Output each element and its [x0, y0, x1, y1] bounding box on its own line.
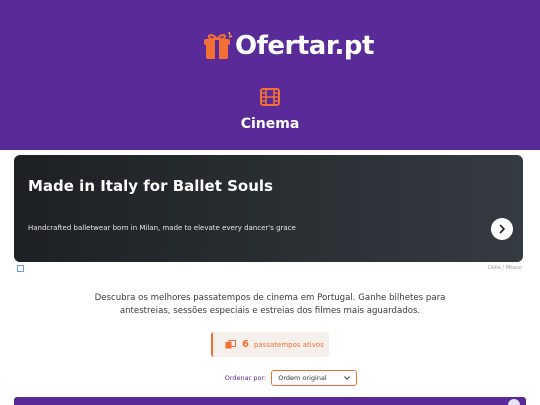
category-description: Descubra os melhores passatempos de cine… — [94, 293, 446, 316]
sort-label: Ordenar por: — [224, 374, 267, 382]
active-count-badge: 6 passatempos ativos — [211, 332, 329, 357]
sort-row: Ordenar por: Ordem original — [0, 370, 540, 386]
active-count-label: passatempos ativos — [253, 340, 324, 349]
ad-next-button[interactable] — [491, 218, 513, 240]
ad-title: Made in Italy for Ballet Souls — [28, 177, 273, 195]
gift-logo-icon — [204, 31, 233, 59]
sort-selected-value: Ordem original — [278, 374, 327, 382]
chevron-right-icon — [499, 224, 506, 234]
film-icon — [260, 88, 280, 106]
site-logo[interactable]: Ofertar.pt — [203, 22, 374, 70]
logo-text: Ofertar.pt — [235, 31, 374, 61]
active-count: 6 — [242, 339, 249, 350]
sort-select[interactable]: Ordem original — [271, 370, 358, 386]
ad-choices-icon[interactable] — [17, 265, 24, 272]
chevron-down-icon — [344, 376, 351, 380]
ad-subtitle: Handcrafted balletwear born in Milan, ma… — [28, 224, 296, 232]
site-header: Ofertar.pt Cinema — [0, 0, 540, 150]
ad-brand: Della / Milano — [487, 265, 522, 271]
category-title: Cinema — [240, 116, 300, 132]
listing-toggle-button[interactable] — [508, 399, 520, 405]
listing-header-bar — [14, 397, 526, 405]
ad-banner[interactable]: Made in Italy for Ballet Souls Handcraft… — [14, 155, 523, 262]
tickets-icon — [225, 340, 236, 349]
